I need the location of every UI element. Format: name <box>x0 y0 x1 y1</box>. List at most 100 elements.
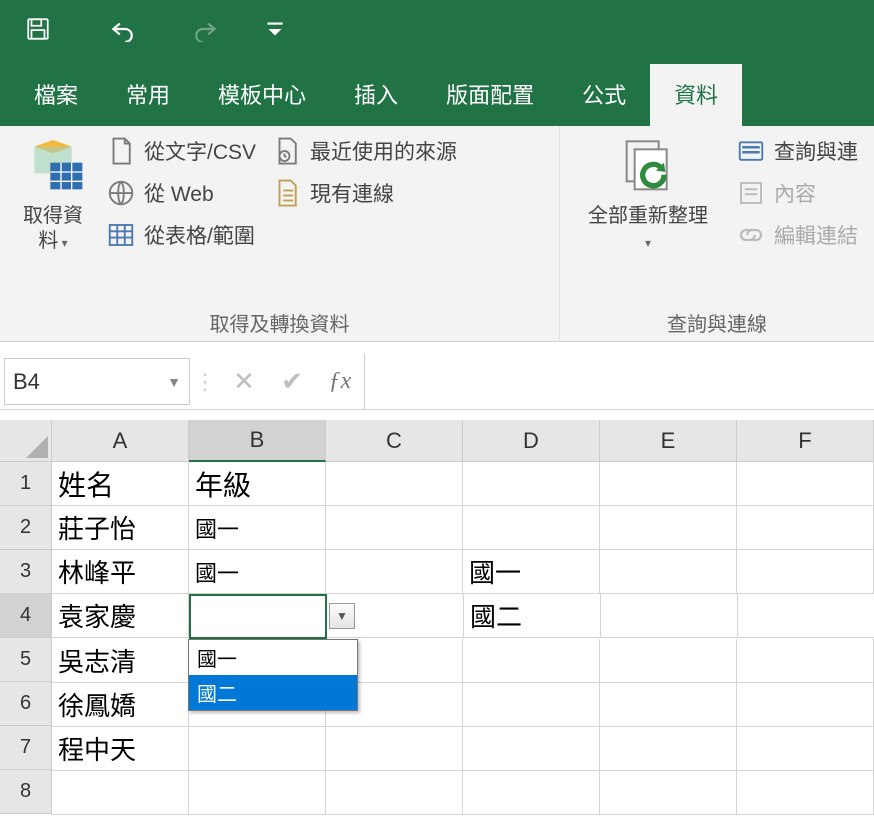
tab-template[interactable]: 模板中心 <box>194 64 330 126</box>
customize-qat-button[interactable] <box>262 9 288 49</box>
cell[interactable] <box>737 506 874 550</box>
cell-active[interactable] <box>189 594 327 639</box>
cell[interactable] <box>463 771 600 815</box>
cell[interactable]: 國二 <box>464 594 601 638</box>
row-header[interactable]: 5 <box>0 638 52 682</box>
cell[interactable] <box>600 727 737 771</box>
validation-option[interactable]: 國一 <box>189 640 357 675</box>
tab-layout[interactable]: 版面配置 <box>422 64 558 126</box>
column-header[interactable]: B <box>189 420 326 462</box>
cell[interactable] <box>463 727 600 771</box>
cell[interactable]: 吳志清 <box>52 639 189 683</box>
recent-sources-button[interactable]: 最近使用的來源 <box>272 136 457 166</box>
cell[interactable] <box>600 462 737 506</box>
cell[interactable] <box>737 727 874 771</box>
data-validation-list: 國一 國二 <box>188 639 358 711</box>
name-box[interactable]: B4 ▼ <box>4 358 190 405</box>
get-data-button[interactable]: 取得資料 ▾ <box>8 130 98 304</box>
cell[interactable]: 國一 <box>189 506 326 550</box>
chevron-down-icon: ▾ <box>58 236 67 250</box>
cell[interactable] <box>737 639 874 683</box>
tab-file[interactable]: 檔案 <box>10 64 102 126</box>
save-button[interactable] <box>10 9 66 49</box>
from-web-label: 從 Web <box>144 178 214 208</box>
cell[interactable] <box>600 506 737 550</box>
cell[interactable]: 年級 <box>189 462 326 506</box>
cell[interactable]: 姓名 <box>52 462 189 506</box>
column-header[interactable]: E <box>600 420 737 462</box>
refresh-all-button[interactable]: 全部重新整理 ▾ <box>568 130 728 304</box>
cell[interactable] <box>463 683 600 727</box>
cell[interactable]: 程中天 <box>52 727 189 771</box>
row-header[interactable]: 3 <box>0 550 52 594</box>
from-csv-label: 從文字/CSV <box>144 136 256 166</box>
cell[interactable] <box>52 771 189 815</box>
list-panel-icon <box>736 136 766 166</box>
from-csv-button[interactable]: 從文字/CSV <box>106 136 256 166</box>
cell[interactable]: 林峰平 <box>52 550 189 594</box>
from-table-label: 從表格/範圍 <box>144 220 255 250</box>
validation-option[interactable]: 國二 <box>189 675 357 710</box>
cell[interactable] <box>600 683 737 727</box>
row-header[interactable]: 8 <box>0 770 52 814</box>
from-table-button[interactable]: 從表格/範圍 <box>106 220 256 250</box>
cell[interactable]: 國一 <box>189 550 326 594</box>
cell[interactable] <box>326 506 463 550</box>
cell[interactable] <box>737 462 874 506</box>
existing-connections-button[interactable]: 現有連線 <box>272 178 457 208</box>
column-header[interactable]: A <box>52 420 189 462</box>
cell[interactable] <box>737 771 874 815</box>
queries-connections-label: 查詢與連 <box>774 136 858 166</box>
column-header[interactable]: F <box>737 420 874 462</box>
file-lines-icon <box>272 178 302 208</box>
row-header[interactable]: 1 <box>0 462 52 506</box>
row-header[interactable]: 2 <box>0 506 52 550</box>
tab-insert[interactable]: 插入 <box>330 64 422 126</box>
cell[interactable] <box>600 550 737 594</box>
recent-sources-label: 最近使用的來源 <box>310 136 457 166</box>
cell[interactable] <box>463 639 600 683</box>
cell[interactable] <box>600 639 737 683</box>
get-data-label-2: 料 <box>38 230 58 252</box>
cell[interactable] <box>737 550 874 594</box>
cell[interactable]: 徐鳳嬌 <box>52 683 189 727</box>
tab-home[interactable]: 常用 <box>102 64 194 126</box>
from-web-button[interactable]: 從 Web <box>106 178 256 208</box>
cell[interactable] <box>326 550 463 594</box>
cell[interactable] <box>463 462 600 506</box>
cell[interactable] <box>601 594 738 638</box>
cell[interactable] <box>326 771 463 815</box>
cell[interactable] <box>463 506 600 550</box>
cell[interactable]: 袁家慶 <box>52 594 189 638</box>
cell[interactable] <box>600 771 737 815</box>
row-header[interactable]: 7 <box>0 726 52 770</box>
data-validation-dropdown-button[interactable]: ▼ <box>329 603 355 629</box>
formula-input[interactable] <box>364 354 874 409</box>
cell[interactable] <box>326 462 463 506</box>
column-header[interactable]: D <box>463 420 600 462</box>
cell[interactable]: 莊子怡 <box>52 506 189 550</box>
insert-function-button[interactable]: ƒx <box>316 354 364 409</box>
undo-button[interactable] <box>94 9 150 49</box>
formula-bar: B4 ▼ ⋮ ✕ ✔ ƒx <box>0 354 874 410</box>
file-clock-icon <box>272 136 302 166</box>
cell[interactable]: 國一 <box>463 550 600 594</box>
file-text-icon <box>106 136 136 166</box>
chevron-down-icon: ▾ <box>645 236 651 250</box>
cell[interactable] <box>737 683 874 727</box>
row-header[interactable]: 4 <box>0 594 52 638</box>
queries-connections-button[interactable]: 查詢與連 <box>736 136 858 166</box>
select-all-corner[interactable] <box>0 420 52 462</box>
redo-button[interactable] <box>178 9 234 49</box>
cell[interactable] <box>189 727 326 771</box>
row-header[interactable]: 6 <box>0 682 52 726</box>
refresh-icon <box>616 136 680 200</box>
column-header[interactable]: C <box>326 420 463 462</box>
tab-formula[interactable]: 公式 <box>558 64 650 126</box>
tab-data[interactable]: 資料 <box>650 64 742 126</box>
enter-formula-button: ✔ <box>268 354 316 409</box>
cell[interactable] <box>738 594 874 638</box>
refresh-all-label: 全部重新整理 <box>588 205 708 227</box>
cell[interactable] <box>189 771 326 815</box>
cell[interactable] <box>326 727 463 771</box>
